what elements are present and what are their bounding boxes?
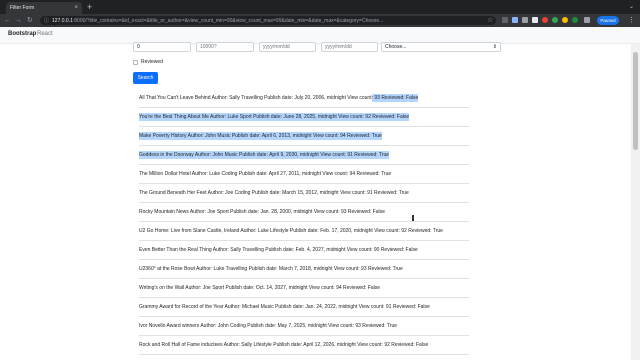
site-info-icon[interactable]: ⓘ: [44, 17, 49, 24]
url-text: 127.0.0.1:8000/?title_contains=&id_exact…: [52, 18, 383, 24]
extension-icon[interactable]: [502, 17, 508, 23]
tab-title: Filter Form: [10, 5, 35, 11]
text-cursor-icon: [412, 215, 414, 221]
result-text: U2 Go Home: Live from Slane Castle, Irel…: [139, 228, 443, 234]
bookmark-star-icon[interactable]: ☆: [487, 16, 493, 25]
forward-icon[interactable]: →: [15, 16, 22, 25]
page-scrollbar[interactable]: [631, 44, 640, 360]
reviewed-label[interactable]: Reviewed: [141, 59, 163, 65]
result-text: The Ground Beneath Her Feet Author: Joe …: [139, 190, 409, 196]
reviewed-checkbox-row[interactable]: Reviewed: [133, 59, 163, 65]
result-text-selected: Goddess in the Doorway Author: John Musi…: [139, 151, 390, 159]
extension-icon[interactable]: [512, 17, 518, 23]
chevron-updown-icon: ⇕: [492, 44, 497, 50]
page-navbar: Bootstrap React: [0, 27, 640, 44]
extensions-puzzle-icon[interactable]: [584, 17, 590, 23]
navbar-link-react[interactable]: React: [37, 31, 53, 37]
date-max-input[interactable]: yyyy/mm/dd: [321, 42, 378, 52]
search-button-label: Search: [137, 75, 154, 81]
list-item: Grammy Award for Record of the Year Auth…: [139, 298, 469, 317]
category-select[interactable]: Choose... ⇕: [381, 42, 501, 52]
browser-menu-icon[interactable]: ⋮: [628, 16, 635, 25]
list-item: The Ground Beneath Her Feet Author: Joe …: [139, 184, 469, 203]
result-text: Grammy Award for Record of the Year Auth…: [139, 304, 430, 310]
results-list: All That You Can't Leave Behind Author: …: [139, 89, 469, 355]
list-item: Rocky Mountain News Author: Joe Sport Pu…: [139, 203, 469, 222]
result-text: Rocky Mountain News Author: Joe Sport Pu…: [139, 209, 385, 215]
result-text: Even Better Than the Real Thing Author: …: [139, 247, 418, 253]
list-item: You're the Best Thing About Me Author: L…: [139, 108, 469, 127]
new-tab-icon[interactable]: +: [87, 2, 92, 12]
scrollbar-thumb[interactable]: [633, 52, 638, 150]
browser-tabbar: Filter Form × + ⌄: [0, 0, 640, 14]
extension-icon[interactable]: [542, 17, 548, 23]
tab-close-icon[interactable]: ×: [74, 5, 78, 11]
result-text: All That You Can't Leave Behind Author: …: [139, 95, 372, 101]
list-item: Make Poverty History Author: John Music …: [139, 127, 469, 146]
list-item: U2 Go Home: Live from Slane Castle, Irel…: [139, 222, 469, 241]
result-text: The Million Dollar Hotel Author: Luke Co…: [139, 171, 392, 177]
result-text: Ivor Novello Award winners Author: John …: [139, 323, 398, 329]
result-text-selected: You're the Best Thing About Me Author: L…: [139, 113, 410, 121]
address-bar[interactable]: ⓘ 127.0.0.1:8000/?title_contains=&id_exa…: [40, 16, 496, 25]
list-item: All That You Can't Leave Behind Author: …: [139, 89, 469, 108]
extension-icon[interactable]: [532, 17, 538, 23]
list-item: Rock and Roll Hall of Fame inductees Aut…: [139, 336, 469, 355]
tab-search-icon[interactable]: ⌄: [629, 3, 634, 10]
date-min-input[interactable]: yyyy/mm/dd: [259, 42, 316, 52]
browser-tab[interactable]: Filter Form ×: [6, 2, 82, 14]
list-item: Writing's on the Wall Author: Joe Sport …: [139, 279, 469, 298]
search-button[interactable]: Search: [133, 72, 158, 84]
reload-icon[interactable]: ↻: [27, 16, 33, 25]
list-item: The Million Dollar Hotel Author: Luke Co…: [139, 165, 469, 184]
reviewed-checkbox[interactable]: [133, 59, 138, 65]
result-text: Rock and Roll Hall of Fame inductees Aut…: [139, 342, 429, 348]
url-path: :8000/?title_contains=&id_exact=&title_o…: [72, 17, 384, 24]
url-host: 127.0.0.1: [52, 17, 73, 24]
extension-icon[interactable]: [562, 17, 568, 23]
result-text: Writing's on the Wall Author: Joe Sport …: [139, 285, 380, 291]
list-item: U2360° at the Rose Bowl Author: Luke Tra…: [139, 260, 469, 279]
view-count-min-input[interactable]: 0: [133, 42, 191, 52]
list-item: Even Better Than the Real Thing Author: …: [139, 241, 469, 260]
profile-label: Paused: [600, 18, 616, 23]
extension-icon[interactable]: [522, 17, 528, 23]
list-item: Ivor Novello Award winners Author: John …: [139, 317, 469, 336]
view-count-max-input[interactable]: 10000?: [196, 42, 254, 52]
result-text-selected: Make Poverty History Author: John Music …: [139, 132, 382, 140]
extension-icon[interactable]: [552, 17, 558, 23]
result-text: U2360° at the Rose Bowl Author: Luke Tra…: [139, 266, 403, 272]
back-icon[interactable]: ←: [4, 16, 11, 25]
profile-button[interactable]: Paused: [597, 16, 619, 25]
result-text-selected: : 93 Reviewed: False: [371, 94, 419, 102]
category-selected-value: Choose...: [385, 44, 407, 50]
navbar-brand[interactable]: Bootstrap: [8, 31, 36, 37]
browser-toolbar: ← → ↻ ⓘ 127.0.0.1:8000/?title_contains=&…: [0, 14, 640, 27]
list-item: Goddess in the Doorway Author: John Musi…: [139, 146, 469, 165]
extension-icon[interactable]: [572, 17, 578, 23]
